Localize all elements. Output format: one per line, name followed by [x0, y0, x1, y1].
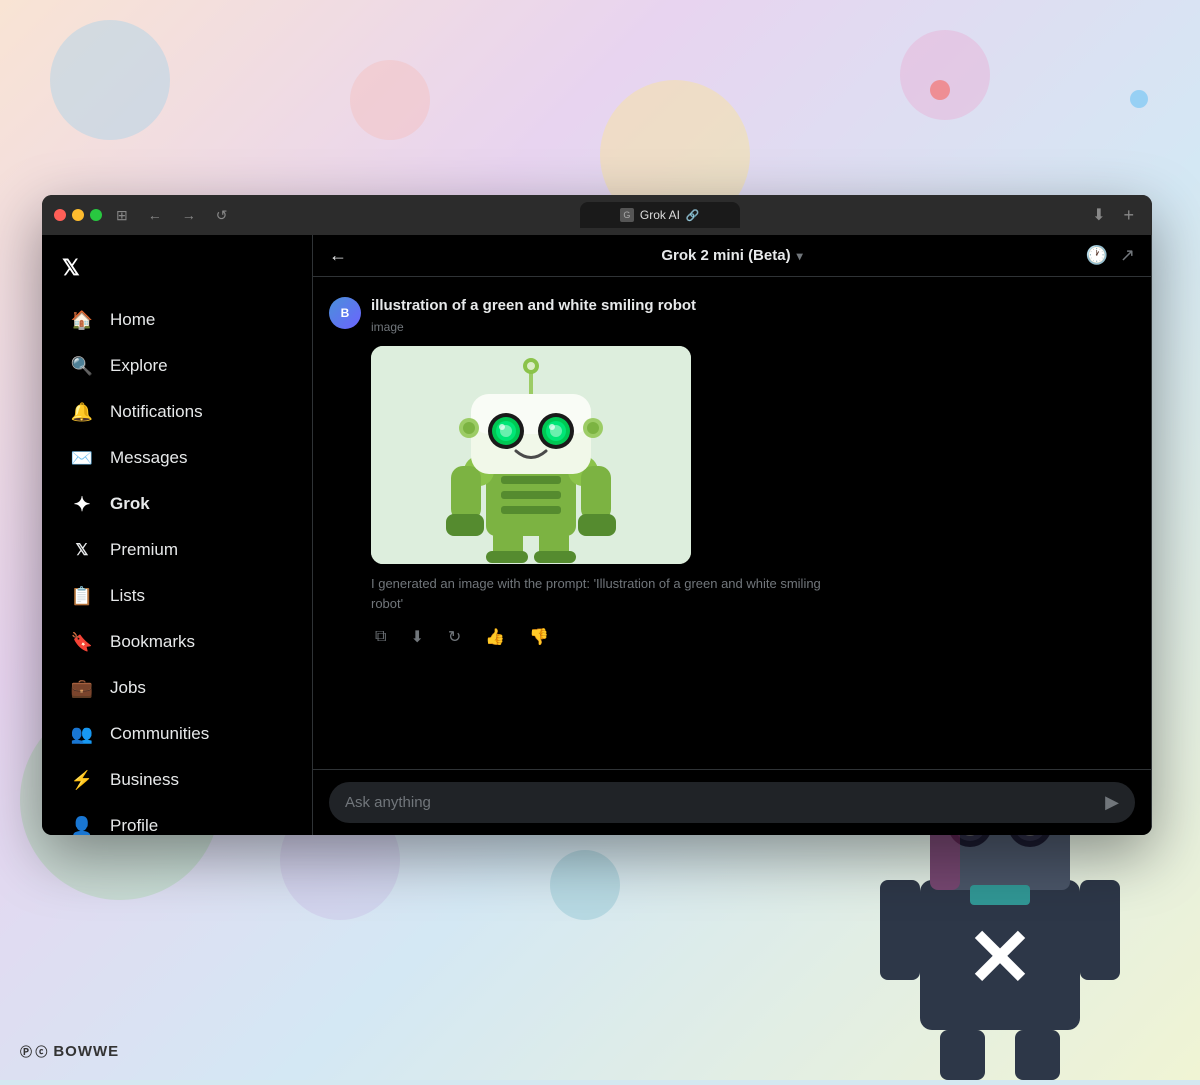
user-message-text: illustration of a green and white smilin…: [371, 297, 1135, 314]
browser-content: 𝕏 🏠 Home 🔍 Explore 🔔 Notifications ✉️ Me…: [42, 235, 1152, 835]
business-icon: ⚡: [70, 768, 94, 792]
ask-input-wrapper: ▶: [329, 782, 1135, 823]
x-logo[interactable]: 𝕏: [42, 243, 312, 293]
sidebar-label-premium: Premium: [110, 540, 178, 560]
grok-header: ← Grok 2 mini (Beta) ▾ 🕐 ↗: [313, 235, 1151, 277]
generated-image-container: I generated an image with the prompt: 'I…: [371, 346, 1135, 651]
browser-toolbar: ⊞ ← → ↺ G Grok AI 🔗 ⬇ +: [42, 195, 1152, 235]
sidebar-label-lists: Lists: [110, 586, 145, 606]
action-bar: ⧉ ⬇ ↻ 👍: [371, 623, 1135, 651]
forward-button[interactable]: →: [176, 203, 202, 227]
download-button[interactable]: ⬇: [1086, 201, 1111, 229]
sidebar-item-messages[interactable]: ✉️ Messages: [50, 436, 304, 480]
download-icon: ⬇: [410, 629, 423, 646]
grok-conversation: B illustration of a green and white smil…: [313, 277, 1151, 769]
home-icon: 🏠: [70, 308, 94, 332]
sidebar-item-bookmarks[interactable]: 🔖 Bookmarks: [50, 620, 304, 664]
svg-text:✕: ✕: [966, 913, 1033, 1002]
browser-window: ⊞ ← → ↺ G Grok AI 🔗 ⬇ + 𝕏 🏠: [42, 195, 1152, 835]
download-image-button[interactable]: ⬇: [406, 623, 427, 651]
sidebar-label-messages: Messages: [110, 448, 187, 468]
sidebar-label-profile: Profile: [110, 816, 158, 835]
premium-icon: 𝕏: [70, 538, 94, 562]
sidebar-item-profile[interactable]: 👤 Profile: [50, 804, 304, 835]
image-caption: I generated an image with the prompt: 'I…: [371, 574, 831, 613]
share-button[interactable]: ↗: [1120, 245, 1135, 266]
ask-anything-input[interactable]: [345, 794, 1097, 811]
message-content: illustration of a green and white smilin…: [371, 297, 1135, 651]
new-tab-button[interactable]: +: [1117, 201, 1140, 230]
regenerate-icon: ↻: [448, 629, 461, 646]
send-icon: ▶: [1105, 792, 1119, 812]
twitter-sidebar: 𝕏 🏠 Home 🔍 Explore 🔔 Notifications ✉️ Me…: [42, 235, 312, 835]
send-message-button[interactable]: ▶: [1105, 792, 1119, 813]
tab-lock-icon: 🔗: [686, 209, 700, 222]
like-button[interactable]: 👍: [481, 623, 509, 651]
sidebar-item-explore[interactable]: 🔍 Explore: [50, 344, 304, 388]
copyright-icons: Ⓟ ⓒ: [20, 1043, 47, 1060]
traffic-lights: [54, 209, 102, 221]
regenerate-button[interactable]: ↻: [444, 623, 465, 651]
sidebar-item-grok[interactable]: ✦ Grok: [50, 482, 304, 526]
sidebar-label-communities: Communities: [110, 724, 209, 744]
sidebar-item-communities[interactable]: 👥 Communities: [50, 712, 304, 756]
image-label: image: [371, 320, 1135, 334]
dislike-icon: 👎: [529, 629, 549, 646]
minimize-window-button[interactable]: [72, 209, 84, 221]
grok-main-content: ← Grok 2 mini (Beta) ▾ 🕐 ↗ B: [312, 235, 1152, 835]
sidebar-item-premium[interactable]: 𝕏 Premium: [50, 528, 304, 572]
sidebar-item-business[interactable]: ⚡ Business: [50, 758, 304, 802]
grok-model-label: Grok 2 mini (Beta): [661, 247, 790, 264]
messages-icon: ✉️: [70, 446, 94, 470]
tab-title: Grok AI: [640, 208, 680, 222]
copy-button[interactable]: ⧉: [371, 623, 390, 651]
history-icon: 🕐: [1085, 245, 1107, 265]
profile-icon: 👤: [70, 814, 94, 835]
watermark: Ⓟ ⓒ BOWWE: [20, 1043, 119, 1060]
generated-robot-image[interactable]: [371, 346, 691, 564]
tab-favicon: G: [620, 208, 634, 222]
share-icon: ↗: [1120, 245, 1135, 265]
sidebar-label-bookmarks: Bookmarks: [110, 632, 195, 652]
back-button[interactable]: ←: [142, 203, 168, 227]
history-button[interactable]: 🕐: [1085, 245, 1107, 266]
tab-bar: G Grok AI 🔗: [241, 202, 1078, 228]
sidebar-label-home: Home: [110, 310, 155, 330]
communities-icon: 👥: [70, 722, 94, 746]
grok-model-selector[interactable]: Grok 2 mini (Beta) ▾: [661, 247, 802, 264]
bookmarks-icon: 🔖: [70, 630, 94, 654]
explore-icon: 🔍: [70, 354, 94, 378]
toolbar-right: ⬇ +: [1086, 201, 1140, 230]
lists-icon: 📋: [70, 584, 94, 608]
sidebar-label-jobs: Jobs: [110, 678, 146, 698]
sidebar-item-home[interactable]: 🏠 Home: [50, 298, 304, 342]
grok-header-icons: 🕐 ↗: [1085, 245, 1135, 266]
notifications-icon: 🔔: [70, 400, 94, 424]
reload-button[interactable]: ↺: [210, 203, 234, 228]
ask-input-area: ▶: [313, 769, 1151, 835]
sidebar-item-notifications[interactable]: 🔔 Notifications: [50, 390, 304, 434]
sidebar-label-grok: Grok: [110, 494, 150, 514]
sidebar-item-jobs[interactable]: 💼 Jobs: [50, 666, 304, 710]
dislike-button[interactable]: 👎: [525, 623, 553, 651]
copy-icon: ⧉: [375, 628, 386, 645]
watermark-brand: BOWWE: [53, 1043, 119, 1060]
close-window-button[interactable]: [54, 209, 66, 221]
sidebar-item-lists[interactable]: 📋 Lists: [50, 574, 304, 618]
grok-icon: ✦: [70, 492, 94, 516]
maximize-window-button[interactable]: [90, 209, 102, 221]
sidebar-label-notifications: Notifications: [110, 402, 203, 422]
message-avatar: B: [329, 297, 361, 329]
active-tab[interactable]: G Grok AI 🔗: [580, 202, 740, 228]
sidebar-toggle-button[interactable]: ⊞: [110, 203, 134, 228]
sidebar-label-business: Business: [110, 770, 179, 790]
sidebar-label-explore: Explore: [110, 356, 168, 376]
chevron-down-icon: ▾: [797, 249, 803, 263]
jobs-icon: 💼: [70, 676, 94, 700]
like-icon: 👍: [485, 629, 505, 646]
back-to-grok-button[interactable]: ←: [329, 245, 347, 266]
user-message-row: B illustration of a green and white smil…: [329, 297, 1135, 651]
